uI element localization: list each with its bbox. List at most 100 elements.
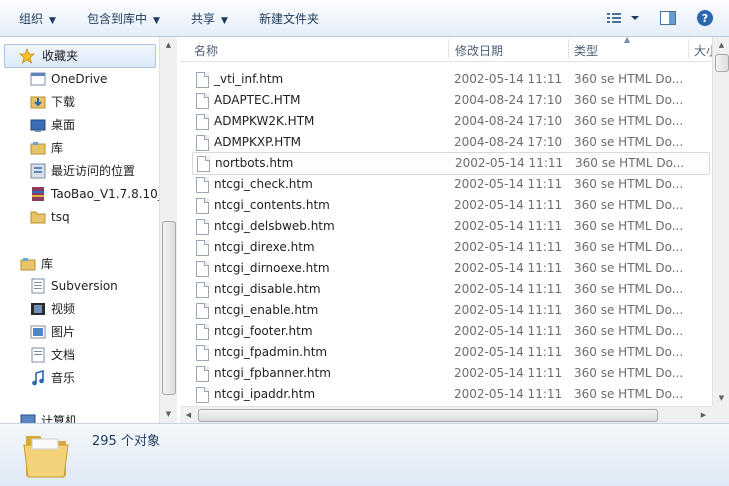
file-row[interactable]: ADAPTEC.HTM 2004-08-24 17:10 360 se HTML…: [192, 90, 710, 111]
include-library-button[interactable]: 包含到库中 ▼: [87, 10, 160, 28]
pictures-icon: [30, 325, 46, 339]
preview-pane-button[interactable]: [659, 9, 677, 27]
file-row[interactable]: ntcgi_fpbanner.htm 2002-05-14 11:11 360 …: [192, 363, 710, 384]
chevron-down-icon: ▼: [221, 16, 228, 26]
scrollbar-thumb[interactable]: [715, 54, 729, 72]
navigation-pane: 收藏夹 OneDrive 下载 桌面 库 最近访问的位置 TaoBao_V1.7…: [0, 37, 175, 423]
file-date: 2002-05-14 11:11: [454, 324, 563, 338]
view-options-button[interactable]: [605, 9, 641, 27]
file-type: 360 se HTML Do...: [574, 366, 684, 380]
onedrive-icon: [30, 72, 46, 86]
html-file-icon: [196, 135, 209, 151]
scroll-up-arrow-icon[interactable]: ▲: [160, 37, 177, 54]
file-type: 360 se HTML Do...: [574, 282, 684, 296]
file-row[interactable]: ntcgi_disable.htm 2002-05-14 11:11 360 s…: [192, 279, 710, 300]
html-file-icon: [196, 177, 209, 193]
sidebar-item-documents[interactable]: 文档: [30, 344, 158, 366]
file-date: 2004-08-24 17:10: [454, 114, 563, 128]
file-date: 2002-05-14 11:11: [454, 219, 563, 233]
file-list-horizontal-scrollbar[interactable]: ◀ ▶: [180, 406, 712, 424]
html-file-icon: [196, 72, 209, 88]
html-file-icon: [196, 198, 209, 214]
sidebar-item-videos[interactable]: 视频: [30, 298, 158, 320]
sidebar-item-subversion[interactable]: Subversion: [30, 275, 158, 297]
file-row[interactable]: ntcgi_ipaddr.htm 2002-05-14 11:11 360 se…: [192, 384, 710, 405]
navigation-scrollbar[interactable]: ▲ ▼: [159, 37, 177, 423]
sidebar-item-library[interactable]: 库: [30, 137, 158, 159]
scroll-left-arrow-icon[interactable]: ◀: [180, 407, 197, 424]
sidebar-item-computer[interactable]: 计算机: [20, 410, 158, 423]
file-name: ntcgi_disable.htm: [214, 282, 321, 296]
sidebar-item-recent-places[interactable]: 最近访问的位置: [30, 160, 158, 182]
new-folder-button[interactable]: 新建文件夹: [259, 10, 319, 28]
scroll-down-arrow-icon[interactable]: ▼: [160, 406, 177, 423]
html-file-icon: [196, 219, 209, 235]
file-row[interactable]: ntcgi_dirnoexe.htm 2002-05-14 11:11 360 …: [192, 258, 710, 279]
scrollbar-thumb[interactable]: [198, 409, 658, 422]
file-type: 360 se HTML Do...: [574, 240, 684, 254]
sidebar-item-pictures[interactable]: 图片: [30, 321, 158, 343]
help-button[interactable]: ?: [696, 9, 714, 27]
organize-button[interactable]: 组织 ▼: [19, 10, 56, 28]
star-icon: [19, 48, 35, 64]
file-type: 360 se HTML Do...: [574, 345, 684, 359]
file-type: 360 se HTML Do...: [574, 261, 684, 275]
file-type: 360 se HTML Do...: [574, 93, 684, 107]
sidebar-item-onedrive[interactable]: OneDrive: [30, 68, 158, 90]
column-divider[interactable]: [688, 39, 689, 59]
file-date: 2002-05-14 11:11: [454, 72, 563, 86]
column-header-date[interactable]: 修改日期: [455, 42, 503, 59]
scroll-up-arrow-icon[interactable]: ▲: [713, 37, 729, 54]
file-name: nortbots.htm: [215, 156, 294, 170]
column-divider[interactable]: [448, 39, 449, 59]
recent-places-label: 最近访问的位置: [51, 164, 136, 178]
scroll-down-arrow-icon[interactable]: ▼: [713, 390, 729, 407]
file-row[interactable]: ntcgi_enable.htm 2002-05-14 11:11 360 se…: [192, 300, 710, 321]
favorites-label: 收藏夹: [42, 49, 79, 63]
file-row[interactable]: _vti_inf.htm 2002-05-14 11:11 360 se HTM…: [192, 69, 710, 90]
subversion-label: Subversion: [51, 279, 118, 293]
file-row[interactable]: ntcgi_delsbweb.htm 2002-05-14 11:11 360 …: [192, 216, 710, 237]
file-row[interactable]: ADMPKW2K.HTM 2004-08-24 17:10 360 se HTM…: [192, 111, 710, 132]
file-row[interactable]: ADMPKXP.HTM 2004-08-24 17:10 360 se HTML…: [192, 132, 710, 153]
scrollbar-thumb[interactable]: [162, 221, 176, 395]
taobao-label: TaoBao_V1.7.8.10_: [51, 187, 164, 201]
scrollbar-corner: [712, 406, 729, 423]
file-date: 2002-05-14 11:11: [454, 261, 563, 275]
file-row[interactable]: ntcgi_fpadmin.htm 2002-05-14 11:11 360 s…: [192, 342, 710, 363]
sidebar-item-favorites[interactable]: 收藏夹: [4, 44, 156, 68]
file-row[interactable]: ntcgi_contents.htm 2002-05-14 11:11 360 …: [192, 195, 710, 216]
file-type: 360 se HTML Do...: [574, 177, 684, 191]
file-name: ntcgi_enable.htm: [214, 303, 319, 317]
videos-label: 视频: [51, 302, 76, 316]
libraries-icon: [20, 258, 36, 271]
column-header-size[interactable]: 大小: [694, 42, 712, 59]
html-file-icon: [196, 93, 209, 109]
new-folder-label: 新建文件夹: [259, 12, 320, 26]
column-header-type[interactable]: 类型: [574, 42, 598, 59]
sidebar-item-music[interactable]: 音乐: [30, 367, 158, 389]
folder-large-icon: [23, 436, 69, 478]
scroll-right-arrow-icon[interactable]: ▶: [695, 407, 712, 424]
html-file-icon: [196, 261, 209, 277]
html-file-icon: [196, 240, 209, 256]
file-row[interactable]: ntcgi_direxe.htm 2002-05-14 11:11 360 se…: [192, 237, 710, 258]
file-row-hovered[interactable]: nortbots.htm 2002-05-14 11:11 360 se HTM…: [192, 152, 710, 175]
column-divider[interactable]: [568, 39, 569, 59]
file-date: 2002-05-14 11:11: [454, 240, 563, 254]
organize-label: 组织: [19, 12, 44, 26]
documents-icon: [31, 347, 45, 363]
file-row[interactable]: ntcgi_footer.htm 2002-05-14 11:11 360 se…: [192, 321, 710, 342]
file-list-vertical-scrollbar[interactable]: ▲ ▼: [712, 37, 729, 407]
file-row[interactable]: ntcgi_check.htm 2002-05-14 11:11 360 se …: [192, 174, 710, 195]
share-button[interactable]: 共享 ▼: [191, 10, 228, 28]
sidebar-item-desktop[interactable]: 桌面: [30, 114, 158, 136]
desktop-label: 桌面: [51, 118, 76, 132]
column-header-name[interactable]: 名称: [194, 42, 218, 59]
sidebar-item-tsq[interactable]: tsq: [30, 206, 158, 228]
sidebar-item-libraries[interactable]: 库: [20, 253, 158, 275]
sidebar-item-downloads[interactable]: 下载: [30, 91, 158, 113]
column-headers: 名称 修改日期 类型 ▲ 大小: [180, 37, 712, 62]
documents-label: 文档: [51, 348, 76, 362]
sidebar-item-taobao[interactable]: TaoBao_V1.7.8.10_: [30, 183, 164, 205]
